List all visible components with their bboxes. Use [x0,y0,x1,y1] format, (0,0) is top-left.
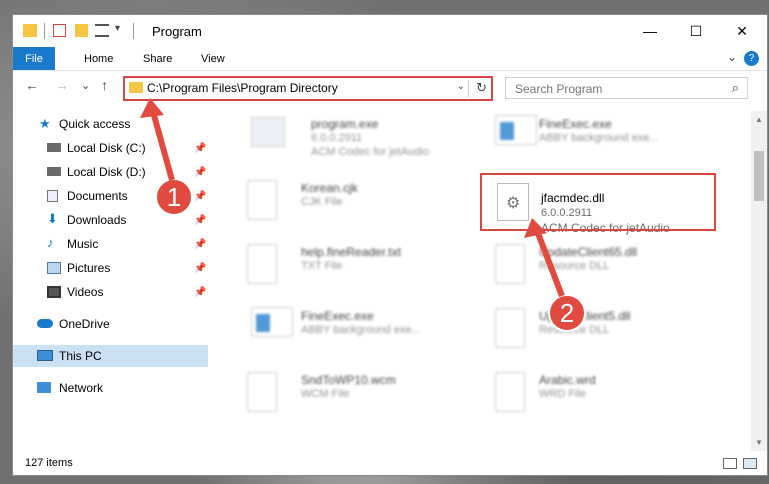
arrow-1 [149,107,175,181]
annotation-arrows [140,98,565,298]
arrow-2-head [524,218,547,238]
arrow-2 [533,226,565,298]
arrow-1-head [140,98,164,118]
